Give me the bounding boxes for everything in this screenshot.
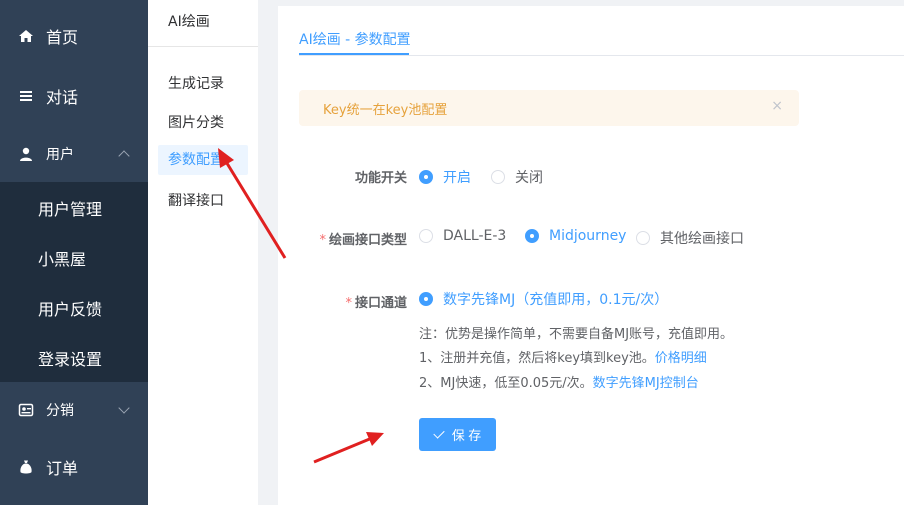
- radio-label: 其他绘画接口: [660, 231, 744, 247]
- save-button[interactable]: 保 存: [419, 418, 496, 451]
- close-icon[interactable]: ×: [771, 98, 783, 114]
- secondary-nav-title: AI绘画: [168, 14, 210, 30]
- main-sidebar: 首页 对话 用户 用户管理 小黑屋 用户反馈 登录设置 分销 订单: [0, 0, 148, 505]
- label-text: 接口通道: [354, 296, 407, 311]
- api-note-1: 注：优势是操作简单，不需要自备MJ账号，充值即用。: [419, 327, 734, 342]
- secondary-nav: AI绘画 生成记录 图片分类 参数配置 翻译接口: [148, 0, 258, 505]
- note-text: 2、MJ快速，低至0.05元/次。: [419, 376, 593, 391]
- sidebar-item-label: 对话: [46, 88, 79, 107]
- money-bag-icon: [18, 459, 34, 475]
- radio-dalle3[interactable]: DALL-E-3: [419, 228, 506, 244]
- sidebar-item-label: 订单: [46, 459, 79, 478]
- radio-shuzi-xianfeng-mj[interactable]: 数字先锋MJ（充值即用，0.1元/次）: [419, 289, 668, 309]
- warning-alert: Key统一在key池配置 ×: [299, 90, 799, 126]
- menu-icon: [18, 88, 34, 104]
- radio-dot: [419, 229, 433, 243]
- tab-parameter-config[interactable]: AI绘画 - 参数配置: [299, 29, 411, 49]
- radio-label: 关闭: [515, 170, 543, 186]
- radio-dot: [525, 229, 539, 243]
- api-note-2: 1、注册并充值，然后将key填到key池。价格明细: [419, 347, 707, 366]
- sidebar-item-label: 分销: [46, 403, 74, 419]
- api-note-3: 2、MJ快速，低至0.05元/次。数字先锋MJ控制台: [419, 372, 699, 391]
- radio-label: 数字先锋MJ（充值即用，0.1元/次）: [443, 292, 669, 308]
- radio-dot: [419, 292, 433, 306]
- distribution-icon: [18, 402, 34, 418]
- label-text: 绘画接口类型: [328, 233, 407, 248]
- chevron-down-icon: [118, 402, 130, 414]
- home-icon: [18, 28, 34, 44]
- sidebar-item-user[interactable]: 用户: [0, 140, 148, 168]
- radio-dot: [419, 170, 433, 184]
- radio-midjourney[interactable]: Midjourney: [525, 228, 626, 244]
- radio-other-api[interactable]: 其他绘画接口: [636, 228, 744, 248]
- nav-item-image-categories[interactable]: 图片分类: [168, 112, 224, 132]
- submenu-item-feedback[interactable]: 用户反馈: [38, 296, 102, 320]
- nav-item-parameter-config[interactable]: 参数配置: [158, 145, 248, 175]
- mj-console-link[interactable]: 数字先锋MJ控制台: [593, 376, 699, 391]
- user-icon: [18, 146, 34, 162]
- sidebar-item-chat[interactable]: 对话: [0, 82, 148, 110]
- radio-label: Midjourney: [549, 228, 627, 244]
- nav-item-translation-api[interactable]: 翻译接口: [168, 190, 224, 210]
- price-details-link[interactable]: 价格明细: [655, 351, 707, 366]
- required-mark: *: [319, 233, 326, 248]
- radio-dot: [636, 231, 650, 245]
- tabs-border: [299, 55, 904, 56]
- radio-feature-off[interactable]: 关闭: [491, 167, 543, 187]
- api-channel-label: * 接口通道: [267, 292, 407, 311]
- nav-item-generation-records[interactable]: 生成记录: [168, 73, 224, 93]
- main-panel: AI绘画 - 参数配置 Key统一在key池配置 × 功能开关 开启 关闭 * 绘…: [278, 6, 904, 505]
- sidebar-item-label: 用户: [46, 147, 74, 163]
- sidebar-item-orders[interactable]: 订单: [0, 453, 148, 481]
- submenu-item-user-management[interactable]: 用户管理: [38, 196, 102, 220]
- radio-label: DALL-E-3: [443, 228, 507, 244]
- save-button-label: 保 存: [451, 428, 482, 443]
- user-submenu: 用户管理 小黑屋 用户反馈 登录设置: [0, 182, 148, 382]
- chevron-up-icon: [118, 150, 130, 162]
- note-text: 1、注册并充值，然后将key填到key池。: [419, 351, 655, 366]
- feature-switch-label: 功能开关: [354, 171, 407, 186]
- sidebar-item-label: 首页: [46, 28, 79, 47]
- radio-feature-on[interactable]: 开启: [419, 167, 471, 187]
- sidebar-item-home[interactable]: 首页: [0, 22, 148, 50]
- radio-label: 开启: [443, 170, 471, 186]
- sidebar-item-distribution[interactable]: 分销: [0, 396, 148, 424]
- submenu-item-blacklist[interactable]: 小黑屋: [38, 246, 86, 270]
- submenu-item-login-settings[interactable]: 登录设置: [38, 346, 102, 370]
- required-mark: *: [345, 296, 352, 311]
- draw-api-type-label: * 绘画接口类型: [267, 229, 407, 248]
- radio-dot: [491, 170, 505, 184]
- check-icon: [433, 427, 445, 439]
- alert-text: Key统一在key池配置: [323, 103, 448, 118]
- divider: [148, 46, 258, 47]
